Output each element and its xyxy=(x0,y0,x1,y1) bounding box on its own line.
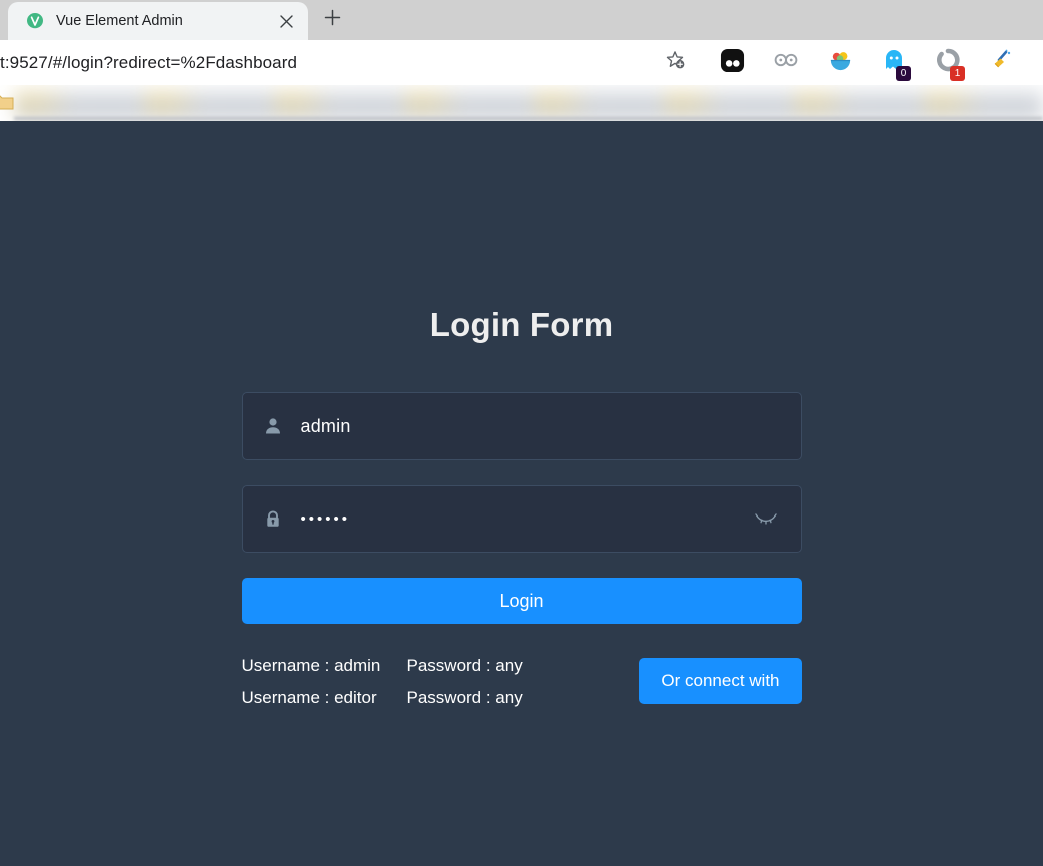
vue-logo-icon xyxy=(26,12,44,30)
folder-icon[interactable] xyxy=(0,93,14,110)
tips-password: Password : any xyxy=(406,656,523,675)
plus-icon xyxy=(324,9,341,31)
bookmark-page-button[interactable] xyxy=(649,43,701,82)
extensions-strip: 0 1 xyxy=(705,40,1043,85)
bookmarks-divider xyxy=(14,117,1043,120)
url-text: t:9527/#/login?redirect=%2Fdashboard xyxy=(0,52,298,72)
extension-ghost-icon[interactable]: 0 xyxy=(867,40,921,85)
browser-tab[interactable]: Vue Element Admin xyxy=(8,2,308,40)
or-connect-with-button[interactable]: Or connect with xyxy=(639,658,802,704)
password-field[interactable]: •••••• xyxy=(241,485,802,553)
infinity-loop-icon xyxy=(773,50,799,75)
page-title: Login Form xyxy=(429,306,614,343)
tips-line: Username : editor Password : any xyxy=(242,682,523,714)
browser-chrome: Vue Element Admin t:9527/#/login?redirec… xyxy=(0,0,1043,121)
username-field[interactable] xyxy=(241,392,802,460)
username-input[interactable] xyxy=(300,393,787,459)
fruit-bowl-icon xyxy=(828,48,853,78)
extension-infinity-icon[interactable] xyxy=(759,40,813,85)
login-container: Login Form admin •••••• Login Username:… xyxy=(0,121,1043,714)
badge-count: 0 xyxy=(896,66,911,81)
close-icon[interactable] xyxy=(274,9,298,33)
tips-line: Username : admin Password : any xyxy=(242,650,523,682)
extension-ring-icon[interactable]: 1 xyxy=(921,40,975,85)
login-button[interactable]: Login xyxy=(241,578,802,624)
extension-broom-icon[interactable] xyxy=(975,40,1029,85)
dark-square-icon xyxy=(720,48,745,78)
user-icon xyxy=(259,416,287,436)
lock-icon xyxy=(259,509,287,529)
password-input[interactable]: •••••• xyxy=(301,512,751,527)
browser-toolbar: t:9527/#/login?redirect=%2Fdashboard 0 1 xyxy=(0,40,1043,85)
login-tips: Username : admin Password : any Username… xyxy=(242,650,523,714)
bookmarks-blurred-content xyxy=(14,85,1043,117)
tab-title: Vue Element Admin xyxy=(56,13,183,29)
login-form: Login Form admin •••••• Login Username:… xyxy=(241,306,802,714)
star-plus-icon xyxy=(664,49,686,76)
bookmarks-bar[interactable] xyxy=(0,85,1043,121)
tips-password: Password : any xyxy=(406,688,523,707)
broom-icon xyxy=(990,48,1014,77)
address-bar[interactable]: t:9527/#/login?redirect=%2Fdashboard xyxy=(0,40,649,85)
eye-closed-icon[interactable] xyxy=(751,504,781,534)
extension-dark-rounded-icon[interactable] xyxy=(705,40,759,85)
tips-username: Username : editor xyxy=(241,688,377,707)
login-tips-row: Username : admin Password : any Username… xyxy=(242,650,802,714)
new-tab-button[interactable] xyxy=(314,2,350,38)
tips-username: Username : admin xyxy=(241,656,381,675)
tab-strip: Vue Element Admin xyxy=(0,0,1043,40)
badge-count: 1 xyxy=(950,66,965,81)
login-page: Login Form admin •••••• Login Username:… xyxy=(0,121,1043,866)
extension-fruit-bowl-icon[interactable] xyxy=(813,40,867,85)
